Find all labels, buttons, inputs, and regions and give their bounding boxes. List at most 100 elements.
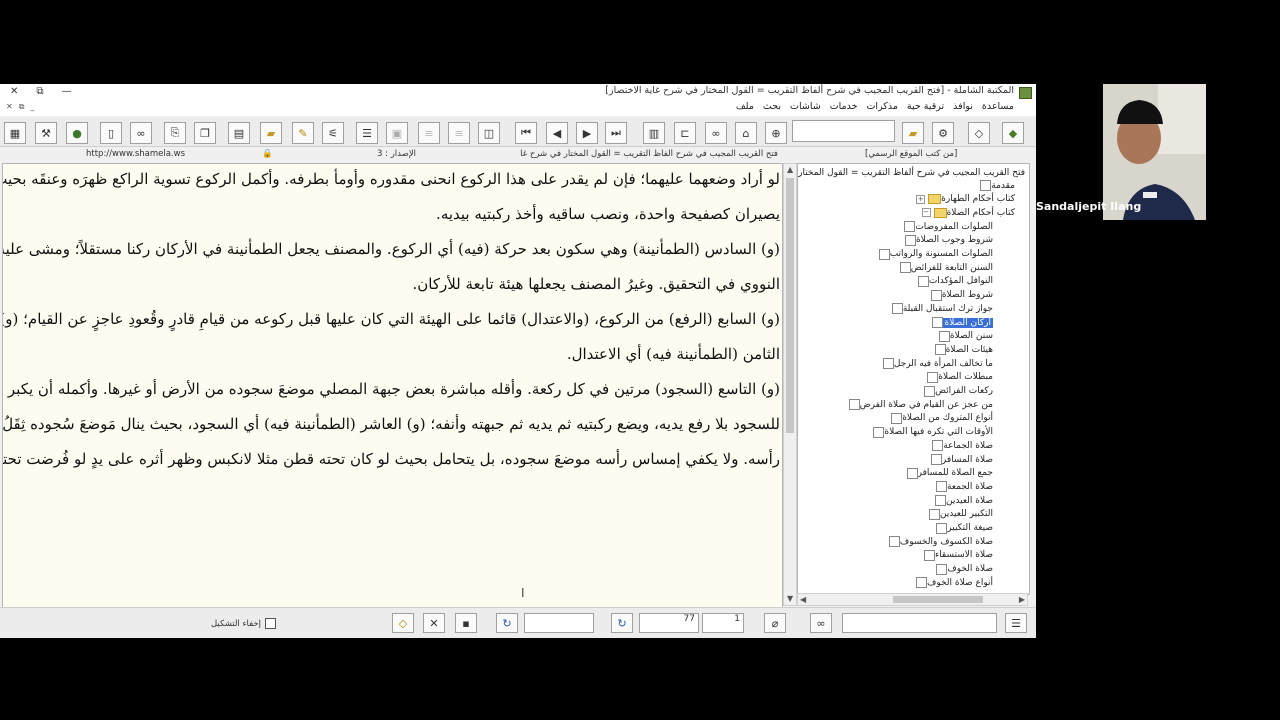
tree-item[interactable]: صيغة التكبير — [931, 522, 993, 535]
attach-button[interactable]: ⌀ — [764, 613, 786, 633]
binoculars-icon[interactable]: ∞ — [130, 122, 152, 144]
tree-item[interactable]: ما تخالف المرأة فيه الرجل — [878, 357, 993, 370]
last-page-icon[interactable]: ⏭ — [605, 122, 627, 144]
tree-item[interactable]: سنن الصلاة — [934, 330, 993, 343]
tree-item[interactable]: صلاة العيدين — [930, 494, 993, 507]
restore-icon[interactable]: ⧉ — [36, 84, 43, 100]
tree-item[interactable]: النوافل المؤكدات — [913, 275, 993, 288]
tree-search-field[interactable] — [842, 613, 997, 633]
tree-item[interactable]: شروط وجوب الصلاة — [900, 234, 993, 247]
tree-item[interactable]: صلاة الجماعة — [927, 439, 993, 452]
tree-item[interactable]: مبطلات الصلاة — [922, 371, 993, 384]
menu-live-update[interactable]: ترقية حية — [907, 101, 944, 112]
pen-icon[interactable]: ✎ — [292, 122, 314, 144]
tree-item[interactable]: التكبير للعيدين — [924, 508, 993, 521]
tree-item[interactable]: صلاة الكسوف والخسوف — [884, 535, 993, 548]
part-field[interactable]: 77 — [639, 613, 699, 633]
search-binoculars-icon[interactable]: ∞ — [705, 122, 727, 144]
tree-item[interactable]: ركعات الفرائض — [919, 385, 993, 398]
tools-icon[interactable]: ⚒ — [35, 122, 57, 144]
menu-file[interactable]: ملف — [736, 101, 754, 112]
green-books-icon[interactable]: ◆ — [1002, 122, 1024, 144]
folder-icon[interactable]: ▰ — [260, 122, 282, 144]
page-field[interactable]: 1 — [702, 613, 744, 633]
menu-windows[interactable]: نوافذ — [953, 101, 973, 112]
tree-item[interactable]: من عجز عن القيام في صلاة الفرض — [844, 398, 993, 411]
menu-notes[interactable]: مذكرات — [866, 101, 897, 112]
toolbar-search-input[interactable] — [792, 120, 895, 142]
eraser-button[interactable]: ◇ — [392, 613, 414, 633]
h-scroll-thumb[interactable] — [893, 596, 983, 603]
tree-item[interactable]: أنواع صلاة الخوف — [911, 576, 993, 589]
close-icon[interactable]: ✕ — [10, 84, 18, 100]
open-folder-icon[interactable]: ⊏ — [674, 122, 696, 144]
minimize-icon[interactable]: — — [62, 84, 72, 100]
tree-item[interactable]: + كتاب أحكام الطهارة — [913, 193, 1015, 206]
search-field[interactable] — [524, 613, 594, 633]
menu-services[interactable]: خدمات — [830, 101, 858, 112]
copy-icon[interactable]: ❐ — [194, 122, 216, 144]
tree-item[interactable]: السنن التابعة للفرائض — [895, 261, 993, 274]
bookmark-icon[interactable]: ⌂ — [735, 122, 757, 144]
refresh-button[interactable]: ↻ — [496, 613, 518, 633]
tree-item[interactable]: صلاة الخوف — [931, 563, 993, 576]
website-url[interactable]: http://www.shamela.ws — [86, 149, 185, 159]
find-icon[interactable]: ⊕ — [765, 122, 787, 144]
menu-screens[interactable]: شاشات — [790, 101, 821, 112]
menu-help[interactable]: مساعدة — [982, 101, 1014, 112]
scroll-thumb[interactable] — [786, 178, 794, 433]
open-book-icon[interactable]: ◫ — [478, 122, 500, 144]
tree-item[interactable]: الأوقات التي تكره فيها الصلاة — [868, 426, 993, 439]
index-icon[interactable]: ▥ — [643, 122, 665, 144]
tree-item[interactable]: صلاة الجمعة — [931, 480, 993, 493]
mdi-minimize-icon[interactable]: _ — [30, 102, 34, 112]
prev-page-icon[interactable]: ◀ — [546, 122, 568, 144]
menu-search[interactable]: بحث — [763, 101, 781, 112]
list-button[interactable]: ☰ — [1005, 613, 1027, 633]
disabled-1-icon[interactable]: ▣ — [386, 122, 408, 144]
tree-item[interactable]: صلاة المسافر — [926, 453, 993, 466]
tree-item[interactable]: أركان الصلاة — [927, 316, 993, 329]
clipboard-icon[interactable]: ⎘ — [164, 122, 186, 144]
book-text-panel[interactable]: لو أراد وضعهما عليهما؛ فإن لم يقدر على ه… — [2, 163, 783, 608]
tree-hscrollbar[interactable]: ◀ ▶ — [797, 593, 1028, 606]
scroll-up-icon[interactable]: ▲ — [787, 165, 793, 174]
goto-refresh-button[interactable]: ↻ — [611, 613, 633, 633]
collapse-icon[interactable]: − — [921, 208, 931, 218]
disabled-3-icon[interactable]: ≡ — [448, 122, 470, 144]
eraser-icon[interactable]: ◇ — [968, 122, 990, 144]
tree-item[interactable]: الصلوات المفروضات — [899, 220, 993, 233]
checkbox[interactable] — [265, 618, 276, 629]
toc-tree[interactable]: − فتح القريب المجيب في شرح ألفاظ التقريب… — [797, 163, 1030, 595]
first-page-icon[interactable]: ⏮ — [515, 122, 537, 144]
folder-open-icon[interactable]: ▰ — [902, 122, 924, 144]
layers-icon[interactable]: ☰ — [356, 122, 378, 144]
tree-root[interactable]: − فتح القريب المجيب في شرح ألفاظ التقريب… — [798, 166, 1025, 179]
mdi-restore-icon[interactable]: ⧉ — [19, 102, 25, 112]
find-button[interactable]: ∞ — [810, 613, 832, 633]
new-page-icon[interactable]: ▯ — [100, 122, 122, 144]
scroll-right-icon[interactable]: ▶ — [1019, 595, 1025, 604]
tree-item[interactable]: − كتاب أحكام الصلاة — [919, 206, 1015, 219]
disabled-2-icon[interactable]: ≡ — [418, 122, 440, 144]
document-icon[interactable]: ▤ — [228, 122, 250, 144]
cancel-button[interactable]: ✕ — [423, 613, 445, 633]
tree-item[interactable]: شروط الصلاة — [926, 289, 993, 302]
tree-item[interactable]: صلاة الاستسقاء — [919, 549, 993, 562]
tree-item[interactable]: جواز ترك استقبال القبلة — [887, 302, 993, 315]
scroll-down-icon[interactable]: ▼ — [787, 594, 793, 603]
scroll-left-icon[interactable]: ◀ — [800, 595, 806, 604]
save-button[interactable]: ▪ — [455, 613, 477, 633]
ruler-icon[interactable]: ⚟ — [322, 122, 344, 144]
tree-item[interactable]: مقدمة — [975, 179, 1015, 192]
library-icon[interactable]: ▦ — [4, 122, 26, 144]
tree-item[interactable]: جمع الصلاة للمسافر — [902, 467, 993, 480]
tree-item[interactable]: أنواع المتروك من الصلاة — [886, 412, 993, 425]
expand-icon[interactable]: + — [916, 194, 926, 204]
next-page-icon[interactable]: ▶ — [576, 122, 598, 144]
green-book-icon[interactable]: ● — [66, 122, 88, 144]
tree-item[interactable]: هيئات الصلاة — [930, 343, 993, 356]
text-scrollbar[interactable]: ▲ ▼ — [783, 163, 797, 606]
mdi-close-icon[interactable]: ✕ — [6, 102, 13, 112]
tree-item[interactable]: الصلوات المسنونة والرواتب — [874, 248, 993, 261]
